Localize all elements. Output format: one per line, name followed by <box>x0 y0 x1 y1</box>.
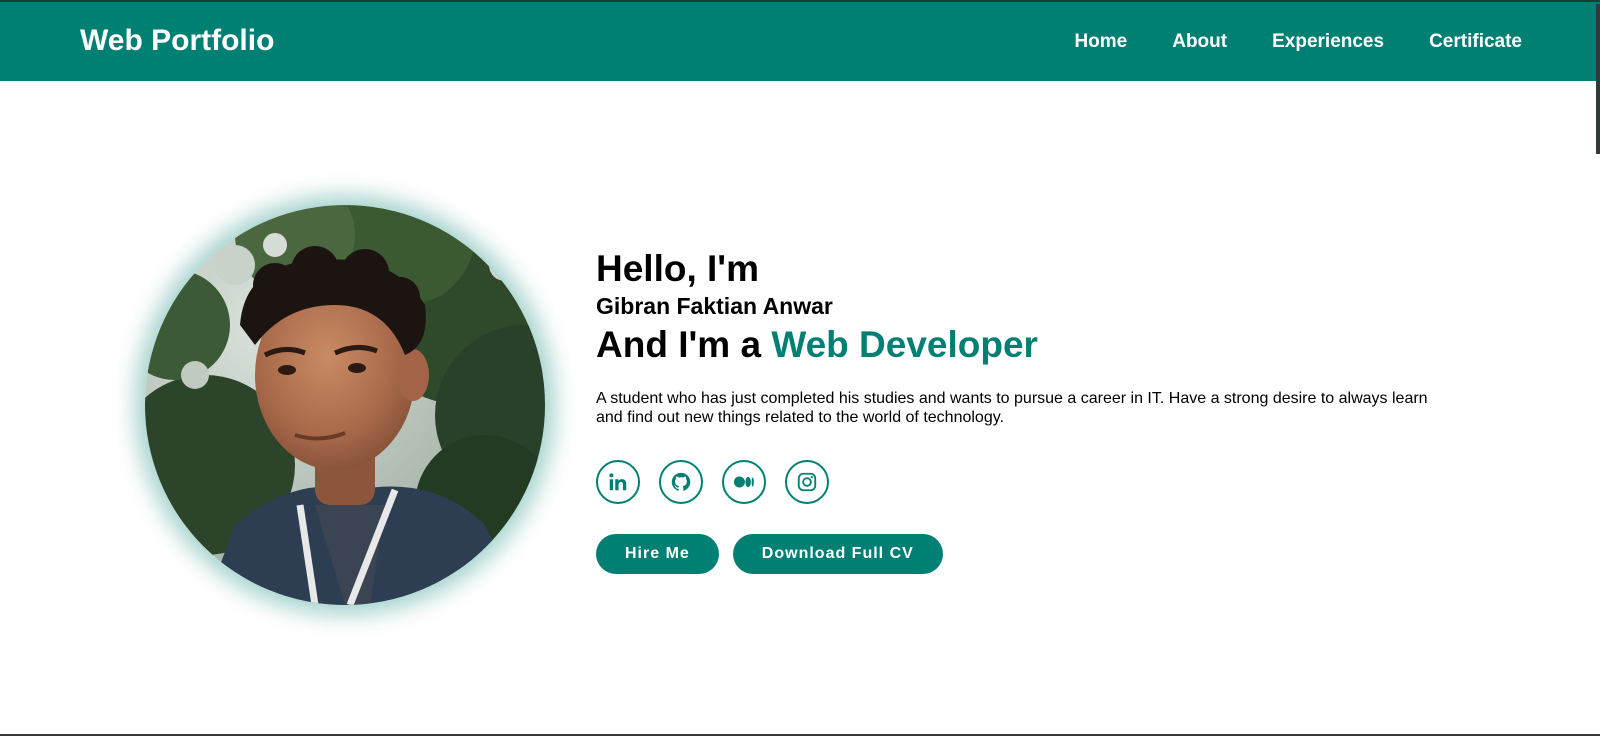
hire-me-button[interactable]: Hire Me <box>596 534 719 574</box>
social-links <box>596 460 1456 504</box>
nav-home-link[interactable]: Home <box>1074 31 1127 53</box>
github-link[interactable] <box>659 460 703 504</box>
role-heading: And I'm a Web Developer <box>596 323 1456 367</box>
nav-about-link[interactable]: About <box>1172 31 1227 53</box>
navbar: Web Portfolio Home About Experiences Cer… <box>0 2 1600 81</box>
hero-content: Hello, I'm Gibran Faktian Anwar And I'm … <box>596 247 1456 574</box>
instagram-icon <box>797 472 817 492</box>
hero-section: Hello, I'm Gibran Faktian Anwar And I'm … <box>0 82 1600 734</box>
profile-photo <box>145 205 545 605</box>
browser-viewport: Web Portfolio Home About Experiences Cer… <box>0 0 1600 736</box>
medium-link[interactable] <box>722 460 766 504</box>
instagram-link[interactable] <box>785 460 829 504</box>
hero-buttons: Hire Me Download Full CV <box>596 534 1456 574</box>
hero-description: A student who has just completed his stu… <box>596 390 1428 426</box>
nav-certificate-link[interactable]: Certificate <box>1429 31 1522 53</box>
person-name: Gibran Faktian Anwar <box>596 293 833 319</box>
role-accent: Web Developer <box>771 324 1038 365</box>
linkedin-link[interactable] <box>596 460 640 504</box>
brand-logo[interactable]: Web Portfolio <box>80 24 274 58</box>
greeting-heading: Hello, I'm <box>596 248 759 289</box>
github-icon <box>671 472 691 491</box>
role-prefix: And I'm a <box>596 324 772 365</box>
linkedin-icon <box>609 473 627 491</box>
nav-experiences-link[interactable]: Experiences <box>1272 31 1384 53</box>
medium-icon <box>733 476 754 488</box>
download-cv-button[interactable]: Download Full CV <box>732 534 943 574</box>
main-nav: Home About Experiences Certificate <box>1074 31 1522 53</box>
